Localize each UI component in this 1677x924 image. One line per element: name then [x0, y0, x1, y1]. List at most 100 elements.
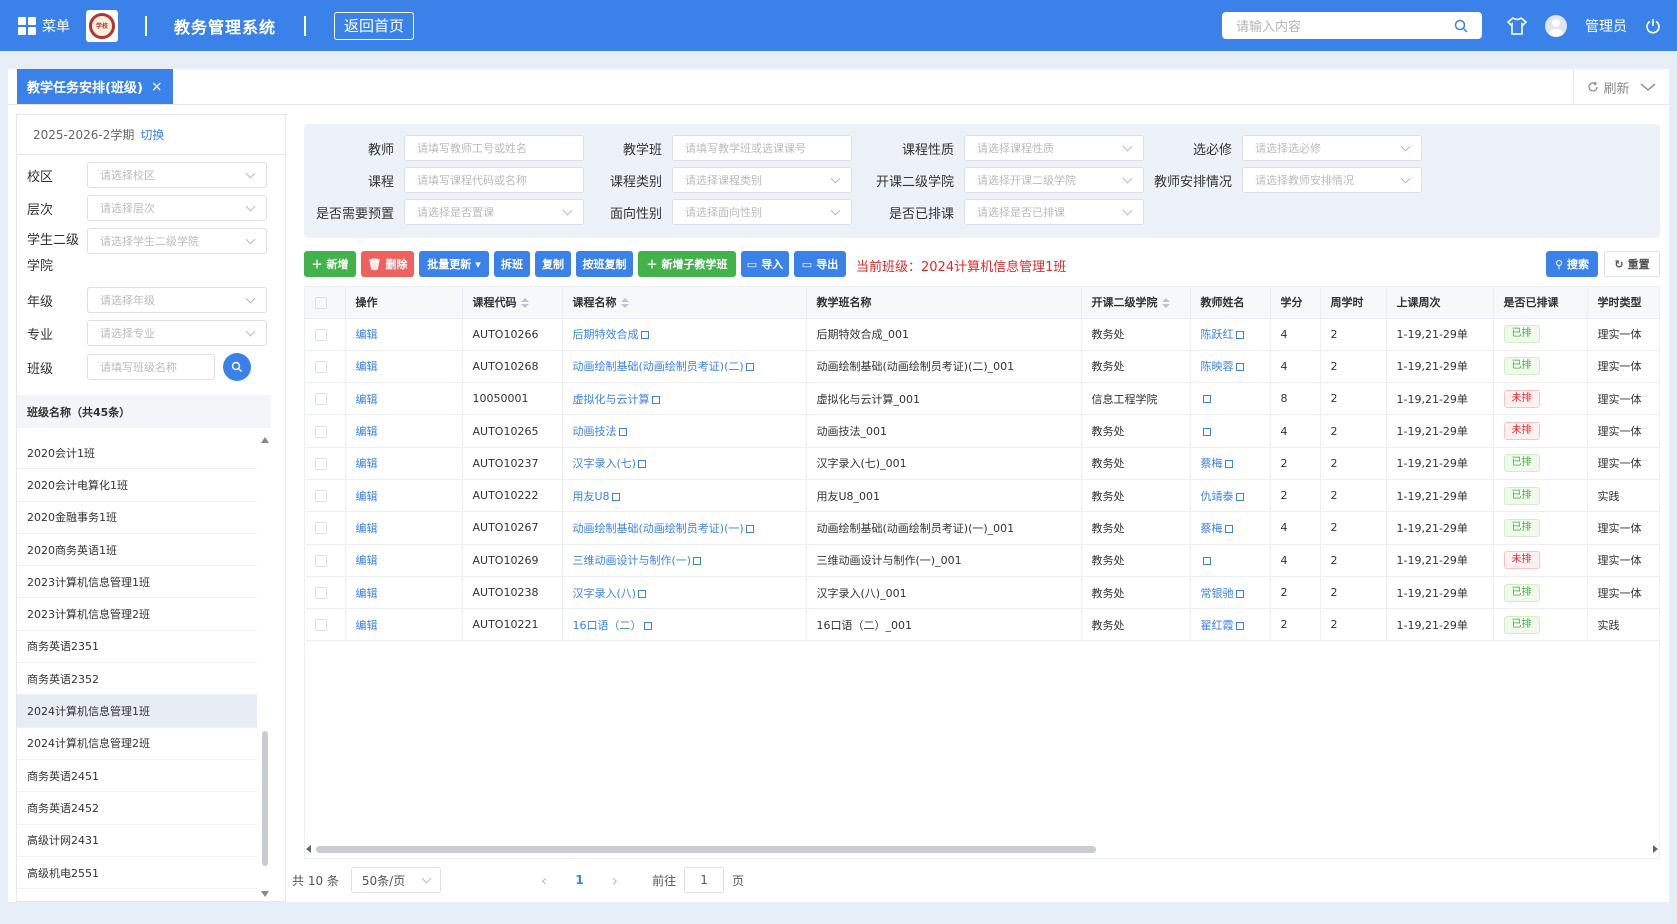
power-icon[interactable] — [1645, 0, 1661, 51]
course-name-link[interactable]: 虚拟化与云计算 — [573, 393, 650, 406]
class-list-item[interactable]: 2024计算机信息管理1班 — [17, 695, 257, 728]
filter-select[interactable]: 请选择教师安排情况 — [1242, 167, 1422, 193]
batch-update-button[interactable]: 批量更新 ▾ — [419, 251, 489, 277]
search-button[interactable]: ⚲ 搜索 — [1546, 251, 1598, 277]
scroll-down-icon[interactable] — [261, 891, 269, 897]
edit-link[interactable]: 编辑 — [356, 393, 378, 406]
course-name-link[interactable]: 动画绘制基础(动画绘制员考证)(一) — [573, 522, 744, 535]
external-link-icon[interactable] — [1202, 395, 1211, 404]
row-checkbox[interactable] — [315, 457, 327, 470]
column-header[interactable]: 开课二级学院 — [1081, 287, 1191, 319]
external-link-icon[interactable] — [1235, 492, 1244, 501]
goto-page-input[interactable]: 1 — [684, 867, 725, 893]
class-list-item[interactable]: 2020会计1班 — [17, 437, 257, 470]
course-name-link[interactable]: 16口语（二） — [573, 619, 642, 632]
class-list-item[interactable]: 2024计算机信息管理2班 — [17, 728, 257, 760]
scroll-thumb[interactable] — [316, 846, 1096, 853]
external-link-icon[interactable] — [1235, 363, 1244, 372]
tab-teaching-task[interactable]: 教学任务安排(班级) × — [17, 69, 173, 104]
avatar[interactable] — [1545, 14, 1567, 37]
row-checkbox[interactable] — [315, 587, 327, 600]
course-name-link[interactable]: 三维动画设计与制作(一) — [573, 554, 692, 567]
scroll-right-icon[interactable] — [1653, 845, 1658, 853]
edit-link[interactable]: 编辑 — [356, 490, 378, 503]
reset-button[interactable]: ↻ 重置 — [1604, 251, 1660, 277]
scroll-left-icon[interactable] — [306, 845, 311, 853]
close-icon[interactable]: × — [151, 79, 163, 95]
course-name-link[interactable]: 用友U8 — [573, 490, 610, 503]
grade-select[interactable]: 请选择年级 — [87, 287, 267, 313]
teacher-link[interactable]: 翟红霞 — [1201, 619, 1234, 632]
menu-button[interactable]: 菜单 — [18, 0, 70, 51]
row-checkbox[interactable] — [315, 619, 327, 632]
course-name-link[interactable]: 汉字录入(七) — [573, 457, 637, 470]
filter-input[interactable]: 请填写教学班或选课课号 — [672, 135, 852, 161]
user-name[interactable]: 管理员 — [1585, 0, 1627, 51]
campus-select[interactable]: 请选择校区 — [87, 162, 267, 188]
teacher-link[interactable]: 仇靖泰 — [1201, 490, 1234, 503]
class-list-item[interactable]: 2020商务英语1班 — [17, 534, 257, 567]
class-list-item[interactable]: 高级计网2431 — [17, 825, 257, 857]
external-link-icon[interactable] — [618, 428, 627, 437]
external-link-icon[interactable] — [1202, 556, 1211, 565]
course-name-link[interactable]: 动画绘制基础(动画绘制员考证)(二) — [573, 360, 744, 373]
class-list-item[interactable]: 商务英语2451 — [17, 760, 257, 793]
class-list-item[interactable]: 2023计算机信息管理2班 — [17, 598, 257, 631]
external-link-icon[interactable] — [640, 331, 649, 340]
course-name-link[interactable]: 动画技法 — [573, 425, 617, 438]
home-button[interactable]: 返回首页 — [334, 11, 415, 40]
external-link-icon[interactable] — [745, 524, 754, 533]
add-button[interactable]: ＋新增 — [304, 251, 356, 277]
split-class-button[interactable]: 拆班 — [494, 251, 530, 277]
row-checkbox[interactable] — [315, 554, 327, 567]
row-checkbox[interactable] — [315, 425, 327, 438]
tshirt-icon[interactable] — [1506, 0, 1528, 51]
class-list-item[interactable]: 商务英语2351 — [17, 631, 257, 664]
course-name-link[interactable]: 汉字录入(八) — [573, 587, 637, 600]
filter-select[interactable]: 请选择是否置课 — [404, 199, 584, 225]
external-link-icon[interactable] — [1202, 427, 1211, 436]
next-page-button[interactable]: › — [612, 871, 618, 890]
edit-link[interactable]: 编辑 — [356, 360, 378, 373]
table-hscrollbar[interactable] — [304, 842, 1660, 856]
teacher-link[interactable]: 常银驰 — [1201, 587, 1234, 600]
prev-page-button[interactable]: ‹ — [541, 871, 547, 890]
copy-button[interactable]: 复制 — [535, 251, 571, 277]
import-button[interactable]: ▭ 导入 — [741, 251, 789, 277]
page-number[interactable]: 1 — [575, 873, 583, 887]
external-link-icon[interactable] — [651, 395, 660, 404]
sort-icon[interactable] — [1161, 298, 1170, 309]
student-college-select[interactable]: 请选择学生二级学院 — [87, 228, 267, 254]
delete-button[interactable]: 🗑 删除 — [361, 251, 414, 277]
edit-link[interactable]: 编辑 — [356, 328, 378, 341]
external-link-icon[interactable] — [1224, 460, 1233, 469]
filter-select[interactable]: 请选择选必修 — [1242, 135, 1422, 161]
global-search-input[interactable]: 请输入内容 — [1222, 12, 1482, 39]
level-select[interactable]: 请选择层次 — [87, 195, 267, 221]
course-name-link[interactable]: 后期特效合成 — [573, 328, 639, 341]
switch-term-link[interactable]: 切换 — [140, 126, 164, 143]
filter-select[interactable]: 请选择课程类别 — [672, 167, 852, 193]
edit-link[interactable]: 编辑 — [356, 554, 378, 567]
teacher-link[interactable]: 陈映蓉 — [1201, 360, 1234, 373]
external-link-icon[interactable] — [1235, 589, 1244, 598]
sort-icon[interactable] — [520, 298, 529, 309]
scroll-up-icon[interactable] — [261, 437, 269, 443]
filter-input[interactable]: 请填写教师工号或姓名 — [404, 135, 584, 161]
edit-link[interactable]: 编辑 — [356, 522, 378, 535]
class-list-item[interactable]: 商务英语2452 — [17, 792, 257, 825]
column-header[interactable]: 课程名称 — [562, 287, 807, 319]
scroll-thumb[interactable] — [262, 731, 268, 866]
export-button[interactable]: ▭ 导出 — [794, 251, 846, 277]
filter-select[interactable]: 请选择课程性质 — [964, 135, 1144, 161]
refresh-button[interactable]: 刷新 — [1573, 69, 1669, 105]
edit-link[interactable]: 编辑 — [356, 425, 378, 438]
class-list-item[interactable]: 2020金融事务1班 — [17, 502, 257, 534]
external-link-icon[interactable] — [1235, 621, 1244, 630]
class-search-button[interactable] — [223, 353, 251, 381]
class-list-item[interactable]: 2023计算机信息管理1班 — [17, 566, 257, 599]
filter-select[interactable]: 请选择是否已排课 — [964, 199, 1144, 225]
class-name-input[interactable]: 请填写班级名称 — [87, 354, 215, 380]
row-checkbox[interactable] — [315, 328, 327, 341]
class-list-item[interactable]: 高级机电2551 — [17, 857, 257, 890]
